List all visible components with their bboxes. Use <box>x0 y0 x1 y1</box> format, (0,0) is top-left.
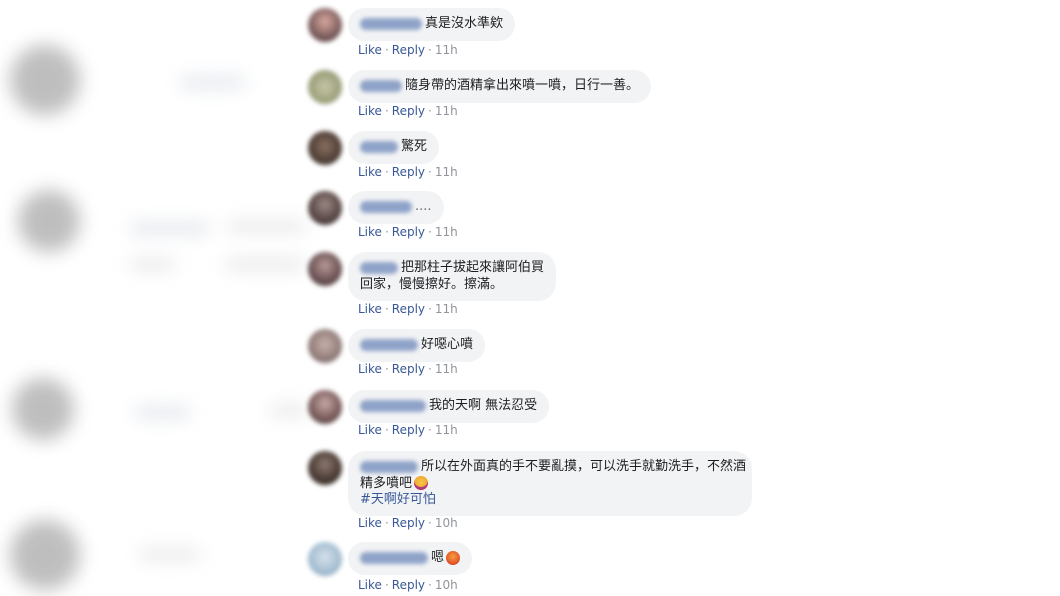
avatar[interactable] <box>308 542 342 576</box>
comment-actions: Like · Reply · 11h <box>358 104 458 118</box>
commenter-name[interactable] <box>360 461 418 473</box>
blurred-avatar <box>18 190 80 252</box>
commenter-name[interactable] <box>360 80 402 92</box>
blurred-text <box>270 406 308 415</box>
comment-text-line-1: 所以在外面真的手不要亂摸，可以洗手就勤洗手，不然酒 <box>421 459 747 474</box>
like-link[interactable]: Like <box>358 516 382 530</box>
hashtag-link[interactable]: #天啊好可怕 <box>360 492 740 508</box>
comment-text: 嗯 <box>431 550 445 565</box>
timestamp[interactable]: 11h <box>435 423 458 437</box>
comment-text-line-2: 回家，慢慢擦好。擦滿。 <box>360 276 504 292</box>
comment-text: 我的天啊 無法忍受 <box>429 398 538 413</box>
blurred-avatar <box>10 45 80 115</box>
blurred-text <box>130 224 210 233</box>
comment-bubble: 隨身帶的酒精拿出來噴一噴，日行一善。 <box>348 70 652 103</box>
avatar[interactable] <box>308 252 342 286</box>
comment-bubble: 把那柱子拔起來讓阿伯買 回家，慢慢擦好。擦滿。 <box>348 252 557 301</box>
blurred-text <box>228 222 306 231</box>
timestamp[interactable]: 11h <box>435 225 458 239</box>
timestamp[interactable]: 11h <box>435 43 458 57</box>
like-link[interactable]: Like <box>358 225 382 239</box>
like-link[interactable]: Like <box>358 104 382 118</box>
commenter-name[interactable] <box>360 339 418 351</box>
commenter-name[interactable] <box>360 400 426 412</box>
like-link[interactable]: Like <box>358 362 382 376</box>
commenter-name[interactable] <box>360 262 398 274</box>
comment-actions: Like · Reply · 11h <box>358 362 458 376</box>
comment-text: .... <box>415 199 432 214</box>
like-link[interactable]: Like <box>358 43 382 57</box>
reply-link[interactable]: Reply <box>392 516 425 530</box>
comment-text: 隨身帶的酒精拿出來噴一噴，日行一善。 <box>405 78 640 93</box>
reply-link[interactable]: Reply <box>392 578 425 592</box>
reply-link[interactable]: Reply <box>392 165 425 179</box>
avatar[interactable] <box>308 390 342 424</box>
avatar[interactable] <box>308 131 342 165</box>
comment-actions: Like · Reply · 11h <box>358 43 458 57</box>
commenter-name[interactable] <box>360 552 428 564</box>
comment-actions: Like · Reply · 11h <box>358 225 458 239</box>
comment-actions: Like · Reply · 10h <box>358 578 458 592</box>
reply-link[interactable]: Reply <box>392 225 425 239</box>
timestamp[interactable]: 11h <box>435 104 458 118</box>
avatar[interactable] <box>308 451 342 485</box>
like-link[interactable]: Like <box>358 423 382 437</box>
comment-bubble: 嗯 <box>348 542 473 575</box>
blurred-text <box>180 78 245 87</box>
comment-bubble: 驚死 <box>348 131 440 164</box>
timestamp[interactable]: 11h <box>435 165 458 179</box>
avatar[interactable] <box>308 329 342 363</box>
comment-actions: Like · Reply · 11h <box>358 165 458 179</box>
blurred-text <box>140 550 200 559</box>
comment-text-line-1: 把那柱子拔起來讓阿伯買 <box>401 260 545 275</box>
avatar[interactable] <box>308 8 342 42</box>
comment-actions: Like · Reply · 11h <box>358 423 458 437</box>
blurred-text <box>130 260 175 269</box>
comment-text: 真是沒水準欸 <box>425 16 504 31</box>
comment-actions: Like · Reply · 11h <box>358 302 458 316</box>
timestamp[interactable]: 10h <box>435 578 458 592</box>
reply-link[interactable]: Reply <box>392 104 425 118</box>
avatar[interactable] <box>308 191 342 225</box>
reply-link[interactable]: Reply <box>392 302 425 316</box>
blurred-avatar <box>12 378 74 440</box>
comment-text: 好噁心噴 <box>421 337 474 352</box>
commenter-name[interactable] <box>360 18 422 30</box>
like-link[interactable]: Like <box>358 165 382 179</box>
reply-link[interactable]: Reply <box>392 362 425 376</box>
timestamp[interactable]: 11h <box>435 362 458 376</box>
reply-link[interactable]: Reply <box>392 423 425 437</box>
blurred-text <box>135 408 190 417</box>
comment-text-line-2: 精多噴吧 <box>360 475 413 491</box>
comment-bubble: 所以在外面真的手不要亂摸，可以洗手就勤洗手，不然酒 精多噴吧 #天啊好可怕 <box>348 451 752 516</box>
comment-bubble: .... <box>348 191 444 224</box>
reply-link[interactable]: Reply <box>392 43 425 57</box>
comment-actions: Like · Reply · 10h <box>358 516 458 530</box>
angry-face-emoji <box>446 551 461 565</box>
commenter-name[interactable] <box>360 141 398 153</box>
blurred-avatar <box>10 520 80 590</box>
grimacing-face-emoji <box>414 476 429 490</box>
comment-bubble: 我的天啊 無法忍受 <box>348 390 550 423</box>
comment-bubble: 好噁心噴 <box>348 329 486 362</box>
timestamp[interactable]: 11h <box>435 302 458 316</box>
timestamp[interactable]: 10h <box>435 516 458 530</box>
like-link[interactable]: Like <box>358 302 382 316</box>
avatar[interactable] <box>308 70 342 104</box>
comment-text: 驚死 <box>401 139 428 154</box>
blurred-text <box>225 260 305 269</box>
commenter-name[interactable] <box>360 201 412 213</box>
like-link[interactable]: Like <box>358 578 382 592</box>
comment-bubble: 真是沒水準欸 <box>348 8 516 41</box>
